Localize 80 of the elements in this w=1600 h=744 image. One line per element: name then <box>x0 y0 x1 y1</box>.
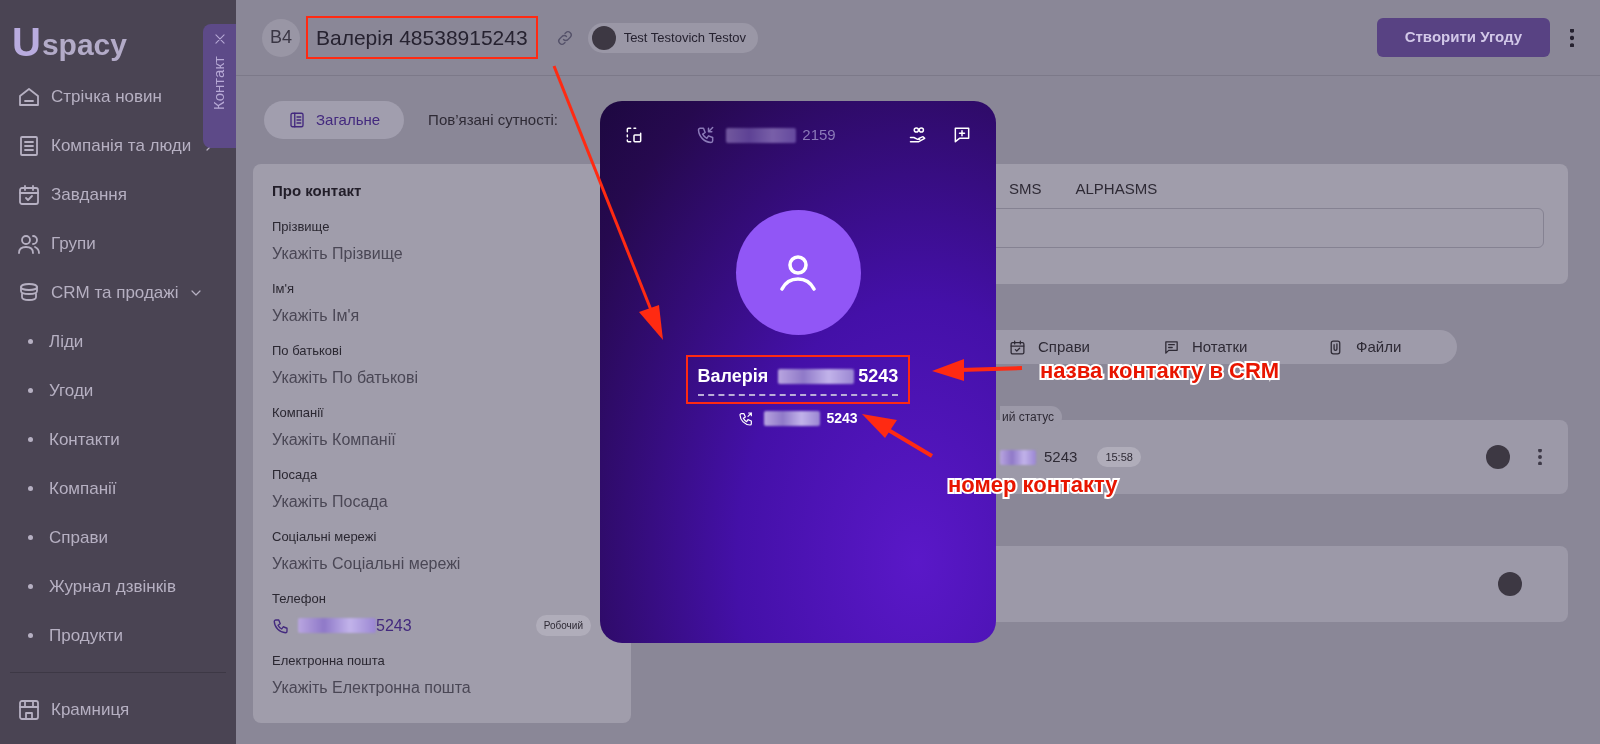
tab[interactable]: SMS <box>1009 177 1042 201</box>
sidebar-item[interactable]: Крамниця <box>0 685 200 734</box>
add-comment-icon <box>952 125 972 145</box>
avatar-icon <box>1498 572 1522 596</box>
minimize-icon <box>624 125 644 145</box>
input-field[interactable]: Укажіть По батькові <box>272 362 615 393</box>
tab-icon <box>1009 338 1026 356</box>
logo-text: spacy <box>41 28 127 62</box>
tab[interactable]: Пов’язані сутності: <box>418 101 568 139</box>
bullet-icon <box>28 339 33 344</box>
create-deal-button[interactable]: Створити Угоду <box>1376 18 1550 57</box>
redacted-digits <box>1000 449 1036 465</box>
bullet-icon <box>28 633 33 638</box>
bullet-icon <box>28 437 33 442</box>
sidebar-item[interactable]: Журнал дзвінків <box>0 562 200 611</box>
phone-number: 5243 <box>1044 446 1078 467</box>
tab[interactable]: Справи <box>1009 335 1163 359</box>
field-label: Телефон <box>272 590 327 607</box>
field-label: Електронна пошта <box>272 652 386 669</box>
field-label: Компанії <box>272 404 325 421</box>
caller-number: 2159 <box>802 124 836 145</box>
input-field[interactable]: Укажіть Соціальні мережі <box>272 548 615 579</box>
phone-type-tag: Робочий <box>535 615 591 636</box>
more-icon <box>1538 449 1542 465</box>
contact-side-tab[interactable]: Контакт <box>203 24 236 148</box>
menu-item-icon <box>17 133 41 158</box>
sidebar-item[interactable]: Групи <box>0 219 200 268</box>
user-chip[interactable]: Test Testovich Testov <box>587 22 758 53</box>
field-label: Прізвище <box>272 218 331 235</box>
tab[interactable]: Нотатки <box>1163 335 1327 359</box>
sidebar-item[interactable]: Продукти <box>0 611 200 660</box>
close-icon <box>212 32 227 46</box>
field-label: Ім'я <box>272 280 296 297</box>
avatar-icon <box>1486 445 1510 469</box>
avatar-icon <box>591 25 616 50</box>
sidebar-item[interactable]: Компанії <box>0 464 200 513</box>
field-label: Посада <box>272 466 319 483</box>
phone-icon <box>272 616 290 635</box>
input-field[interactable]: Укажіть Посада <box>272 486 615 517</box>
sidebar-item[interactable]: Стрічка новин <box>0 72 200 121</box>
bullet-icon <box>28 584 33 589</box>
logo-mark: U <box>12 22 41 62</box>
sidebar-item[interactable]: Компанія та люди <box>0 121 200 170</box>
sidebar-item[interactable]: Завдання <box>0 170 200 219</box>
document-icon <box>288 111 306 129</box>
sidebar-item[interactable]: Угоди <box>0 366 200 415</box>
contact-avatar: В4 <box>262 18 300 57</box>
arrow <box>862 414 934 458</box>
sidebar-item[interactable]: Ліди <box>0 317 200 366</box>
card-title: Про контакт <box>272 181 363 201</box>
menu-item-icon <box>17 697 41 722</box>
menu-item-icon <box>17 182 41 207</box>
input-field[interactable]: Укажіть Ім'я <box>272 300 615 331</box>
bullet-icon <box>28 486 33 491</box>
hand-people-icon <box>908 125 928 145</box>
more-icon <box>1570 28 1574 47</box>
annotation-label: назва контакту в CRM <box>1040 357 1280 385</box>
contact-phone-number: 5243 <box>826 409 858 428</box>
time-badge: 15:58 <box>1097 446 1141 468</box>
outgoing-call-icon <box>738 410 755 427</box>
tab[interactable]: Файли <box>1327 335 1407 359</box>
bullet-icon <box>28 535 33 540</box>
redacted-digits <box>726 127 797 143</box>
field-label: Соціальні мережі <box>272 528 378 545</box>
field-label: По батькові <box>272 342 343 359</box>
tab[interactable]: Загальне <box>264 101 405 139</box>
contact-name-link[interactable]: Валерія 5243 <box>697 363 899 396</box>
input-field[interactable]: Укажіть Прізвище <box>272 238 615 269</box>
input-field[interactable]: Укажіть Електронна пошта <box>272 672 615 703</box>
tab[interactable]: ALPHASMS <box>1075 177 1158 201</box>
sidebar-item[interactable]: Справи <box>0 513 200 562</box>
tab-icon <box>1163 338 1180 356</box>
contact-title: Валерія 48538915243 <box>316 24 528 51</box>
link-icon <box>555 28 574 47</box>
bullet-icon <box>28 388 33 393</box>
redacted-digits <box>764 411 821 426</box>
input-field[interactable]: Укажіть Компанії <box>272 424 615 455</box>
sidebar-item[interactable]: CRM та продажі <box>0 268 200 317</box>
phone-number[interactable]: 5243 <box>376 613 412 638</box>
sidebar-item[interactable]: Контакти <box>0 415 200 464</box>
